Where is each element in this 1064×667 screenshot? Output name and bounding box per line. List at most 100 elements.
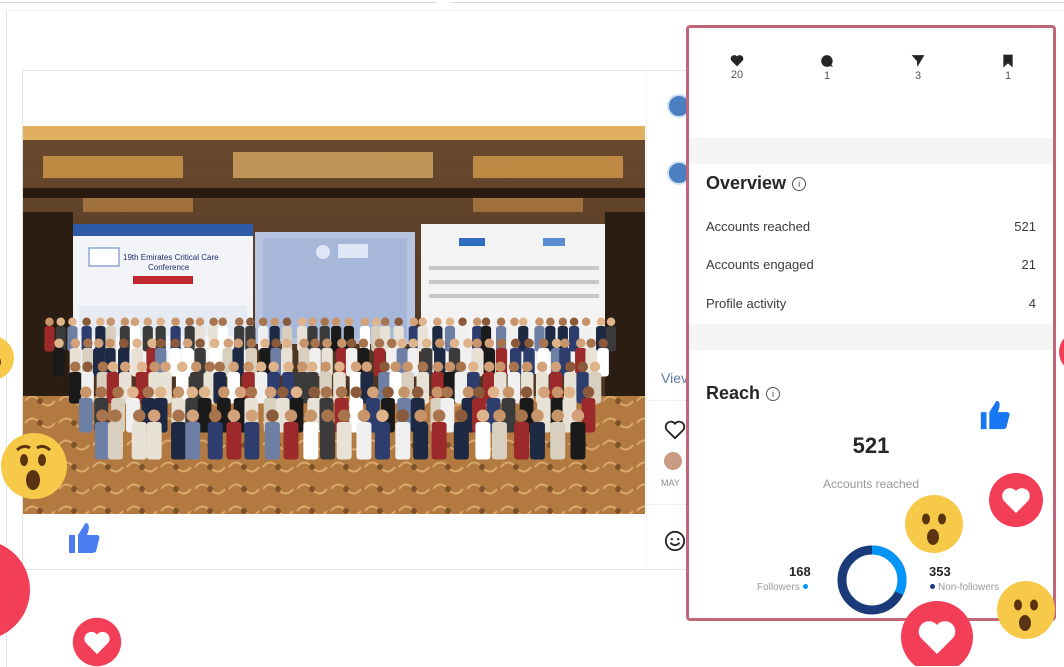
attendee-body (457, 326, 468, 352)
attendee-head (130, 317, 140, 326)
attendee-head (598, 338, 608, 348)
attendee-head (195, 338, 205, 348)
attendee-body (374, 422, 390, 460)
attendee-head (551, 409, 564, 422)
attendee-head (586, 338, 596, 348)
liker-avatar (664, 452, 682, 470)
info-icon[interactable]: i (792, 177, 807, 191)
attendee-head (147, 409, 161, 422)
attendee-head (105, 338, 115, 348)
attendee-body (356, 422, 372, 460)
comments-count: 1 (823, 70, 831, 82)
attendee-head (390, 361, 401, 372)
attendee-head (335, 386, 348, 398)
attendee-head (186, 409, 200, 422)
attendee-head (82, 361, 93, 372)
attendee-body (107, 422, 123, 460)
attendee-head (350, 386, 362, 398)
attendee-head (374, 338, 385, 348)
attendee-head (186, 386, 199, 398)
info-icon[interactable]: i (766, 387, 781, 401)
attendee-head (360, 317, 370, 326)
attendee-head (484, 338, 495, 348)
attendee-head (382, 386, 394, 398)
attendee-head (524, 338, 534, 348)
attendee-head (234, 386, 247, 398)
attendee-head (472, 338, 482, 348)
svg-text:19th Emirates Critical Care: 19th Emirates Critical Care (123, 253, 219, 262)
view-insights-link[interactable]: Viev (661, 370, 688, 386)
attendee-head (396, 409, 410, 422)
engagement-stats: 20 1 3 1 (689, 28, 1053, 138)
profile-activity-label: Profile activity (706, 296, 787, 311)
attendee-head (546, 317, 555, 326)
attendee-head (195, 317, 205, 326)
attendee-head (331, 317, 341, 326)
heart-reaction-icon (901, 601, 973, 666)
attendee-head (120, 361, 131, 372)
attendee-head (142, 386, 155, 398)
followers-dot (802, 584, 808, 589)
attendee-head (156, 317, 165, 326)
attendee-head (531, 409, 544, 422)
attendee-head (551, 338, 562, 348)
attendee-head (521, 361, 533, 372)
attendee-head (95, 386, 107, 398)
like-icon[interactable] (664, 420, 686, 445)
profile-activity-value: 4 (1028, 296, 1036, 311)
section-separator (689, 324, 1053, 350)
attendee-head (266, 409, 279, 422)
shares-count: 3 (914, 70, 922, 82)
attendee-head (270, 317, 279, 326)
attendee-head (69, 361, 81, 372)
attendee-head (397, 338, 408, 348)
attendee-head (83, 338, 93, 348)
attendee-head (297, 317, 307, 326)
heart-reaction-icon (72, 617, 122, 667)
attendee-head (350, 361, 362, 372)
attendee-head (433, 317, 442, 326)
attendee-head (476, 409, 490, 422)
attendee-head (495, 361, 506, 372)
attendee-body (550, 422, 566, 460)
comment-icon (821, 55, 833, 67)
attendee-head (321, 409, 334, 422)
post-side-panel (646, 70, 691, 568)
attendee-head (414, 409, 427, 422)
non-followers-legend: Non-followers (927, 582, 999, 593)
attendee-head (606, 317, 616, 326)
attendee-head (581, 317, 591, 326)
attendee-head (171, 317, 180, 326)
attendee-body (303, 422, 319, 460)
attendee-head (281, 338, 292, 348)
attendee-head (372, 317, 381, 326)
conference-group-photo: 19th Emirates Critical Care Conference (23, 126, 645, 514)
attendee-head (432, 409, 446, 422)
emoji-icon[interactable] (664, 530, 686, 557)
attendee-head (596, 317, 606, 326)
attendee-head (132, 409, 146, 422)
attendee-head (337, 338, 347, 348)
attendee-head (357, 409, 371, 422)
attendee-head (243, 361, 254, 372)
attendee-head (154, 386, 167, 398)
attendee-head (409, 317, 419, 326)
attendee-head (508, 361, 520, 372)
post-photo[interactable]: 19th Emirates Critical Care Conference (23, 126, 645, 514)
attendee-head (560, 338, 570, 348)
attendee-head (472, 317, 482, 326)
attendee-body (264, 422, 280, 460)
attendee-head (582, 386, 595, 398)
attendee-head (337, 409, 351, 422)
attendee-body (146, 422, 162, 460)
attendee-body (258, 326, 269, 352)
attendee-head (380, 317, 390, 326)
attendee-head (431, 386, 444, 398)
attendee-head (565, 361, 576, 372)
like-thumb-icon (69, 523, 100, 553)
attendee-head (473, 386, 485, 398)
attendee-head (264, 386, 277, 398)
attendee-head (576, 338, 586, 348)
attendee-head (538, 338, 549, 348)
attendee-head (56, 317, 65, 326)
